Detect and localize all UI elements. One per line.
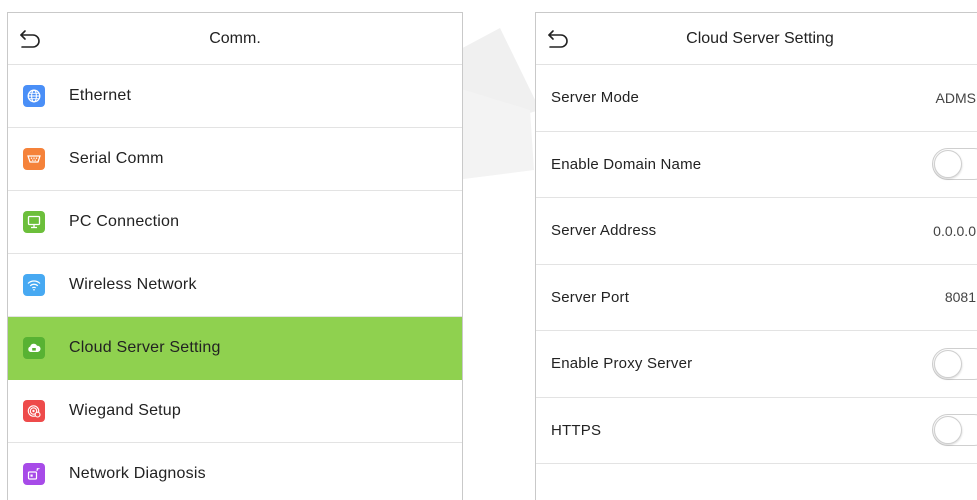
serial-port-icon (23, 148, 45, 170)
monitor-icon (23, 211, 45, 233)
toggle-knob (934, 150, 962, 179)
menu-item-label: Wiegand Setup (69, 402, 182, 419)
wifi-icon (23, 274, 45, 296)
menu-item-ethernet[interactable]: Ethernet (8, 65, 462, 128)
setting-label: HTTPS (551, 421, 602, 439)
setting-row-server-mode[interactable]: Server Mode ADMS (536, 65, 977, 132)
setting-label: Server Port (551, 288, 630, 306)
toggle-knob (934, 349, 962, 378)
setting-row-server-port[interactable]: Server Port 8081 (536, 265, 977, 331)
setting-row-https[interactable]: HTTPS (536, 398, 977, 464)
wiegand-icon (23, 400, 45, 422)
menu-item-wiegand-setup[interactable]: Wiegand Setup (8, 380, 462, 443)
menu-item-label: Wireless Network (69, 276, 197, 293)
setting-row-server-address[interactable]: Server Address 0.0.0.0 (536, 198, 977, 265)
enable-proxy-server-toggle[interactable] (932, 347, 977, 380)
menu-item-label: Ethernet (69, 87, 132, 104)
setting-value: ADMS (935, 89, 976, 106)
setting-label: Server Address (551, 222, 657, 240)
setting-row-enable-domain-name[interactable]: Enable Domain Name (536, 132, 977, 198)
menu-item-label: PC Connection (69, 213, 180, 230)
comm-menu-screen: Comm. Ethernet Serial Comm PC Connection… (7, 12, 463, 500)
setting-value: 8081 (944, 289, 976, 306)
page-title: Comm. (209, 30, 261, 47)
cloud-server-header: Cloud Server Setting (536, 13, 977, 65)
setting-value: 0.0.0.0 (933, 222, 976, 239)
comm-header: Comm. (8, 13, 462, 65)
cloud-icon (23, 337, 45, 359)
menu-item-pc-connection[interactable]: PC Connection (8, 191, 462, 254)
setting-label: Enable Proxy Server (551, 355, 693, 373)
network-diagnosis-icon (23, 463, 45, 485)
enable-domain-name-toggle[interactable] (932, 148, 977, 181)
page-title: Cloud Server Setting (686, 30, 834, 47)
menu-item-wireless-network[interactable]: Wireless Network (8, 254, 462, 317)
menu-item-label: Cloud Server Setting (69, 339, 221, 356)
menu-item-label: Serial Comm (69, 150, 164, 167)
menu-item-network-diagnosis[interactable]: Network Diagnosis (8, 443, 462, 500)
menu-item-serial-comm[interactable]: Serial Comm (8, 128, 462, 191)
setting-row-enable-proxy-server[interactable]: Enable Proxy Server (536, 331, 977, 398)
setting-label: Server Mode (551, 89, 640, 107)
setting-label: Enable Domain Name (551, 155, 702, 173)
globe-icon (23, 85, 45, 107)
menu-item-cloud-server-setting[interactable]: Cloud Server Setting (8, 317, 462, 380)
https-toggle[interactable] (932, 414, 977, 447)
menu-item-label: Network Diagnosis (69, 465, 206, 482)
toggle-knob (934, 416, 962, 445)
back-arrow-icon[interactable] (546, 28, 570, 50)
back-arrow-icon[interactable] (18, 28, 42, 50)
cloud-server-setting-screen: Cloud Server Setting Server Mode ADMS En… (535, 12, 977, 500)
